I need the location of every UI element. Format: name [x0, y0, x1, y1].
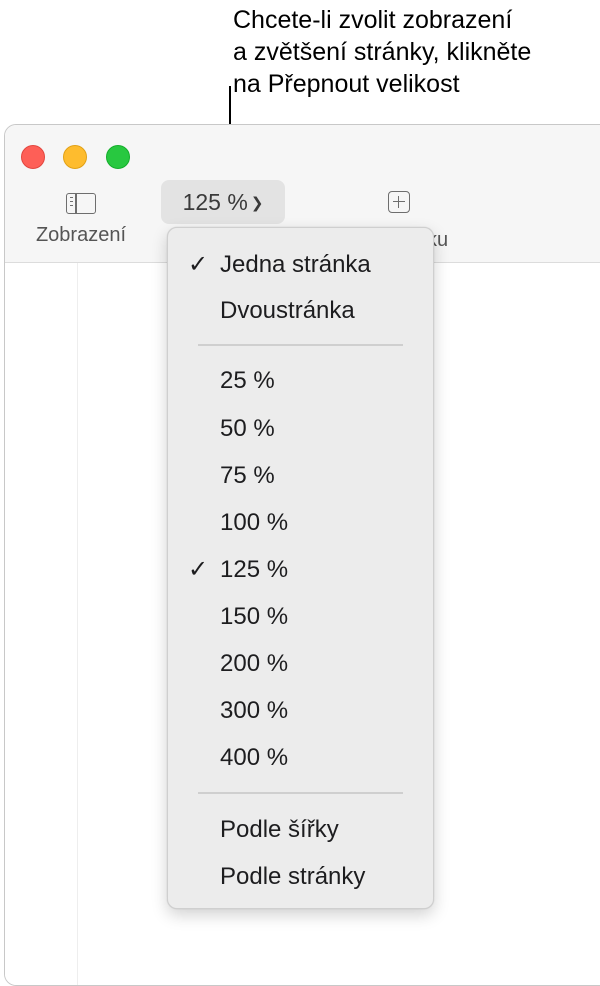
menu-item-single-page[interactable]: ✓ Jedna stránka	[168, 245, 433, 285]
menu-item-label: 200 %	[220, 650, 289, 677]
menu-item-zoom-150[interactable]: 150 %	[168, 597, 433, 637]
chevron-down-icon: ❯	[250, 195, 264, 212]
menu-item-zoom-50[interactable]: 50 %	[168, 409, 433, 449]
callout-line: na Přepnout velikost	[233, 70, 460, 98]
insert-button[interactable]	[349, 189, 449, 213]
zoom-menu: ✓ Jedna stránka Dvoustránka 25 % 50 % 75…	[167, 227, 434, 909]
menu-item-label: 100 %	[220, 509, 289, 536]
menu-item-label: Jedna stránka	[220, 251, 371, 278]
menu-item-label: 50 %	[220, 415, 275, 442]
menu-item-zoom-25[interactable]: 25 %	[168, 361, 433, 401]
callout-text: Chcete-li zvolit zobrazení a zvětšení st…	[233, 4, 531, 100]
menu-item-label: 300 %	[220, 697, 289, 724]
menu-item-two-pages[interactable]: Dvoustránka	[168, 291, 433, 331]
sidebar-icon	[66, 193, 96, 214]
menu-separator	[198, 344, 403, 346]
menu-item-fit-width[interactable]: Podle šířky	[168, 810, 433, 850]
callout-line: a zvětšení stránky, klikněte	[233, 38, 532, 66]
minimize-window-button[interactable]	[63, 145, 87, 169]
menu-item-label: 125 %	[220, 556, 289, 583]
checkmark-icon: ✓	[188, 251, 209, 278]
menu-item-zoom-100[interactable]: 100 %	[168, 503, 433, 543]
menu-item-zoom-75[interactable]: 75 %	[168, 456, 433, 496]
callout-line: Chcete-li zvolit zobrazení	[233, 6, 513, 34]
menu-item-fit-page[interactable]: Podle stránky	[168, 857, 433, 897]
menu-item-label: Dvoustránka	[220, 297, 355, 324]
menu-item-zoom-200[interactable]: 200 %	[168, 644, 433, 684]
menu-item-label: Podle šířky	[220, 816, 339, 843]
close-window-button[interactable]	[21, 145, 45, 169]
zoom-value: 125 %	[182, 189, 248, 215]
menu-separator	[198, 792, 403, 794]
plus-square-icon	[388, 191, 410, 213]
view-button-label: Zobrazení	[35, 224, 127, 246]
menu-item-zoom-300[interactable]: 300 %	[168, 691, 433, 731]
menu-item-zoom-400[interactable]: 400 %	[168, 738, 433, 778]
zoom-popup-button[interactable]: 125 % ❯	[161, 180, 285, 224]
menu-item-label: 25 %	[220, 367, 275, 394]
menu-item-zoom-125[interactable]: ✓ 125 %	[168, 550, 433, 590]
zoom-window-button[interactable]	[106, 145, 130, 169]
view-button[interactable]: Zobrazení	[19, 189, 143, 247]
menu-item-label: 400 %	[220, 744, 289, 771]
menu-item-label: Podle stránky	[220, 863, 366, 890]
checkmark-icon: ✓	[188, 556, 209, 583]
menu-item-label: 75 %	[220, 462, 275, 489]
menu-item-label: 150 %	[220, 603, 289, 630]
